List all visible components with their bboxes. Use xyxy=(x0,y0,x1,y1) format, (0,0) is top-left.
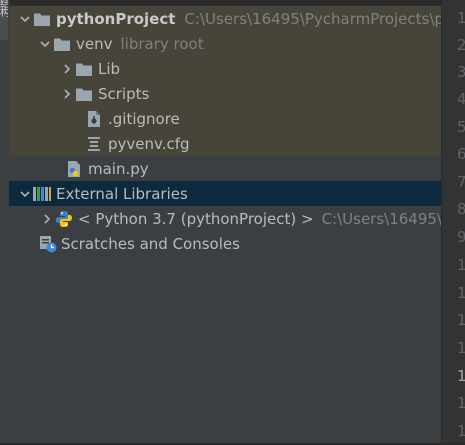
tree-row-external-libraries[interactable]: External Libraries xyxy=(9,181,441,206)
line-number: 8 xyxy=(457,200,465,218)
line-number: 7 xyxy=(457,173,465,191)
structure-tab[interactable]: 结构 xyxy=(0,0,8,40)
folder-icon xyxy=(75,60,93,78)
venv-label: venv xyxy=(76,34,113,53)
line-number: 4 xyxy=(457,90,465,108)
line-number: 16 xyxy=(457,422,465,440)
scratches-label: Scratches and Consoles xyxy=(61,234,240,253)
chevron-right-icon[interactable] xyxy=(59,86,75,102)
root-path: C:\Users\16495\PycharmProjects\pythonPro… xyxy=(184,9,441,28)
external-libraries-label: External Libraries xyxy=(56,184,188,203)
gitignore-file-icon xyxy=(85,110,103,128)
gitignore-label: .gitignore xyxy=(108,109,180,128)
folder-icon xyxy=(75,85,93,103)
venv-hint: library root xyxy=(120,34,204,53)
line-number: 1 xyxy=(457,9,465,27)
tree-row-scratches[interactable]: Scratches and Consoles xyxy=(9,231,441,256)
editor-line-gutter: 1 2 3 4 5 6 7 8 9 10 11 12 13 14 15 16 xyxy=(441,0,465,443)
line-number: 5 xyxy=(457,118,465,136)
tree-row-venv[interactable]: venv library root xyxy=(9,31,441,56)
python-sdk-icon xyxy=(55,210,73,228)
libraries-icon xyxy=(33,185,51,203)
structure-tab-label: 结构 xyxy=(0,0,8,19)
config-file-icon xyxy=(85,135,103,153)
tree-row-pyvenv[interactable]: pyvenv.cfg xyxy=(9,131,441,156)
root-label: pythonProject xyxy=(56,9,176,28)
tree-row-gitignore[interactable]: .gitignore xyxy=(9,106,441,131)
chevron-down-icon[interactable] xyxy=(17,186,33,202)
tree-row-root[interactable]: pythonProject C:\Users\16495\PycharmProj… xyxy=(9,6,441,31)
folder-icon xyxy=(33,10,51,28)
line-number-current: 14 xyxy=(457,367,465,385)
pyvenv-label: pyvenv.cfg xyxy=(108,134,190,153)
main-label: main.py xyxy=(88,159,149,178)
line-number: 3 xyxy=(457,63,465,81)
chevron-down-icon[interactable] xyxy=(37,36,53,52)
line-number: 11 xyxy=(457,284,465,302)
line-number: 2 xyxy=(457,36,465,54)
scratches-icon xyxy=(39,235,57,253)
folder-icon xyxy=(53,35,71,53)
line-number: 9 xyxy=(457,228,465,246)
lib-label: Lib xyxy=(98,59,121,78)
chevron-right-icon[interactable] xyxy=(39,211,55,227)
line-number: 13 xyxy=(457,339,465,357)
python-file-icon xyxy=(65,160,83,178)
line-number: 6 xyxy=(457,145,465,163)
tree-row-lib[interactable]: Lib xyxy=(9,56,441,81)
line-number: 12 xyxy=(457,311,465,329)
line-number: 15 xyxy=(457,394,465,412)
tree-row-python-sdk[interactable]: < Python 3.7 (pythonProject) > C:\Users\… xyxy=(9,206,441,231)
tree-row-scripts[interactable]: Scripts xyxy=(9,81,441,106)
scripts-label: Scripts xyxy=(98,84,150,103)
python-sdk-label: < Python 3.7 (pythonProject) > xyxy=(78,209,314,228)
python-sdk-path: C:\Users\16495\PycharmProjects\pythonPro… xyxy=(321,209,441,228)
chevron-down-icon[interactable] xyxy=(17,11,33,27)
chevron-right-icon[interactable] xyxy=(59,61,75,77)
line-number: 10 xyxy=(457,256,465,274)
tree-row-main[interactable]: main.py xyxy=(9,156,441,181)
project-tree: pythonProject C:\Users\16495\PycharmProj… xyxy=(9,6,441,443)
